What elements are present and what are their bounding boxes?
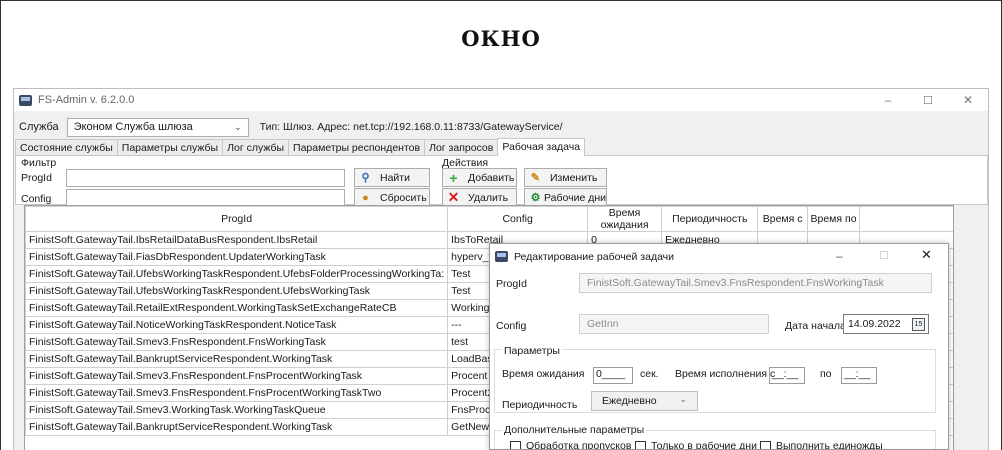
tab-service-log[interactable]: Лог службы	[222, 139, 290, 156]
tab-service-status[interactable]: Состояние службы	[15, 139, 118, 156]
periodicity-value: Ежедневно	[602, 395, 657, 407]
col-header-progid[interactable]: ProgId	[25, 206, 449, 232]
skip-processing-checkbox[interactable]: Обработка пропусков	[510, 440, 632, 450]
chevron-down-icon: ⌄	[234, 121, 242, 132]
dialog-title: Редактирование рабочей задачи	[514, 250, 675, 263]
exec-time-from-input[interactable]: __:__	[769, 367, 805, 384]
start-date-picker[interactable]: 14.09.2022 15	[843, 314, 929, 334]
add-button[interactable]: + Добавить	[442, 168, 517, 187]
run-once-checkbox[interactable]: Выполнить единожды	[760, 440, 883, 450]
cell-progid: FinistSoft.GatewayTail.Smev3.FnsResponde…	[25, 367, 449, 385]
progid-filter-input[interactable]	[66, 169, 345, 187]
dialog-maximize-button[interactable]: ☐	[879, 249, 889, 262]
dialog-config-label: Config	[496, 320, 527, 332]
tab-bar: Состояние службы Параметры службы Лог сл…	[15, 138, 586, 156]
dialog-close-button[interactable]: ✕	[921, 247, 932, 263]
tab-request-log[interactable]: Лог запросов	[424, 139, 499, 156]
dialog-minimize-button[interactable]: –	[836, 249, 843, 263]
find-button-label: Найти	[380, 171, 410, 184]
workdays-only-label: Только в рабочие дни	[651, 440, 757, 450]
delete-icon: ✕	[447, 189, 460, 205]
dialog-titlebar: Редактирование рабочей задачи – ☐ ✕	[490, 244, 948, 269]
cell-progid: FinistSoft.GatewayTail.Smev3.WorkingTask…	[25, 401, 449, 419]
col-header-wait-time[interactable]: Время ожидания	[587, 206, 663, 232]
periodicity-label: Периодичность	[502, 399, 578, 411]
dialog-progid-input[interactable]: FinistSoft.GatewayTail.Smev3.FnsResponde…	[579, 273, 932, 293]
col-header-time-to[interactable]: Время по	[806, 206, 861, 232]
wait-time-unit: сек.	[640, 368, 659, 380]
find-icon: ⚲	[361, 172, 370, 184]
cell-progid: FinistSoft.GatewayTail.BankruptServiceRe…	[25, 350, 449, 368]
cell-progid: FinistSoft.GatewayTail.FiasDbRespondent.…	[25, 248, 449, 266]
delete-button-label: Удалить	[468, 191, 509, 204]
workdays-only-checkbox[interactable]: Только в рабочие дни	[635, 440, 757, 450]
service-select[interactable]: Эконом Служба шлюза ⌄	[66, 117, 249, 137]
exec-time-to-label: по	[820, 368, 832, 380]
exec-time-to-input[interactable]: __:__	[841, 367, 877, 384]
calendar-icon: 15	[912, 318, 925, 331]
col-header-periodicity[interactable]: Периодичность	[661, 206, 759, 232]
checkbox-box	[510, 440, 521, 449]
edit-button[interactable]: ✎ Изменить	[524, 168, 607, 187]
dialog-app-icon	[495, 251, 508, 262]
run-once-label: Выполнить единожды	[776, 440, 883, 450]
cell-progid: FinistSoft.GatewayTail.UfebsWorkingTaskR…	[25, 282, 449, 300]
dialog-config-input[interactable]: GetInn	[579, 314, 769, 334]
col-header-config[interactable]: Config	[447, 206, 589, 232]
reset-button-label: Сбросить	[380, 191, 427, 204]
cell-progid: FinistSoft.GatewayTail.RetailExtResponde…	[25, 299, 449, 317]
extra-params-title: Дополнительные параметры	[502, 424, 647, 436]
wait-time-input[interactable]: 0____	[593, 367, 633, 384]
plus-icon: +	[449, 169, 458, 186]
cell-progid: FinistSoft.GatewayTail.IbsRetailDataBusR…	[25, 231, 449, 249]
close-button[interactable]: ✕	[948, 89, 988, 111]
figure-caption: ОКНО	[461, 26, 541, 51]
calendar-check-icon: ⚙	[530, 192, 541, 204]
checkbox-box	[760, 440, 771, 449]
col-header-empty	[859, 206, 953, 232]
edit-button-label: Изменить	[550, 171, 598, 184]
minimize-button[interactable]: –	[868, 89, 908, 111]
edit-icon: ✎	[530, 172, 541, 184]
reset-icon: ●	[362, 191, 369, 204]
cell-progid: FinistSoft.GatewayTail.NoticeWorkingTask…	[25, 316, 449, 334]
filter-group-title: Фильтр	[21, 157, 57, 169]
window-title: FS-Admin v. 6.2.0.0	[38, 94, 135, 106]
chevron-down-icon: ⌄	[679, 394, 687, 404]
cell-progid: FinistSoft.GatewayTail.BankruptServiceRe…	[25, 418, 449, 436]
tab-working-task[interactable]: Рабочая задача	[497, 138, 586, 156]
col-header-time-from[interactable]: Время с	[757, 206, 808, 232]
tab-respondent-params[interactable]: Параметры респондентов	[288, 139, 426, 156]
workdays-button-label: Рабочие дни	[544, 191, 607, 204]
add-button-label: Добавить	[468, 171, 515, 184]
table-header-row: ProgId Config Время ожидания Периодичнос…	[25, 206, 953, 232]
config-filter-label: Config	[21, 193, 52, 205]
service-info: Тип: Шлюз. Адрес: net.tcp://192.168.0.11…	[259, 121, 563, 133]
app-icon	[19, 94, 32, 106]
tab-service-params[interactable]: Параметры службы	[116, 139, 224, 156]
service-row: Служба Эконом Служба шлюза ⌄ Тип: Шлюз. …	[14, 116, 988, 138]
dialog-progid-label: ProgId	[496, 278, 527, 290]
periodicity-select[interactable]: Ежедневно ⌄	[591, 391, 698, 411]
progid-filter-label: ProgId	[21, 172, 52, 184]
exec-time-label: Время исполнения с	[675, 368, 776, 380]
service-label: Служба	[19, 121, 59, 133]
cell-progid: FinistSoft.GatewayTail.Smev3.FnsResponde…	[25, 384, 449, 402]
maximize-button[interactable]: ☐	[908, 89, 948, 111]
wait-time-label: Время ожидания	[502, 368, 585, 380]
checkbox-box	[635, 440, 646, 449]
filter-actions-panel: Фильтр ProgId ⚲ Найти Config ● Сбросить …	[15, 155, 988, 207]
cell-progid: FinistSoft.GatewayTail.Smev3.FnsResponde…	[25, 333, 449, 351]
start-date-label: Дата начала	[785, 320, 846, 332]
cell-progid: FinistSoft.GatewayTail.UfebsWorkingTaskR…	[25, 265, 449, 283]
skip-processing-label: Обработка пропусков	[526, 440, 632, 450]
service-select-value: Эконом Служба шлюза	[73, 121, 193, 133]
window-titlebar: FS-Admin v. 6.2.0.0 – ☐ ✕	[14, 89, 988, 111]
start-date-value: 14.09.2022	[848, 318, 901, 330]
params-group-title: Параметры	[502, 345, 562, 357]
edit-task-dialog: Редактирование рабочей задачи – ☐ ✕ Prog…	[489, 243, 949, 450]
find-button[interactable]: ⚲ Найти	[354, 168, 430, 187]
